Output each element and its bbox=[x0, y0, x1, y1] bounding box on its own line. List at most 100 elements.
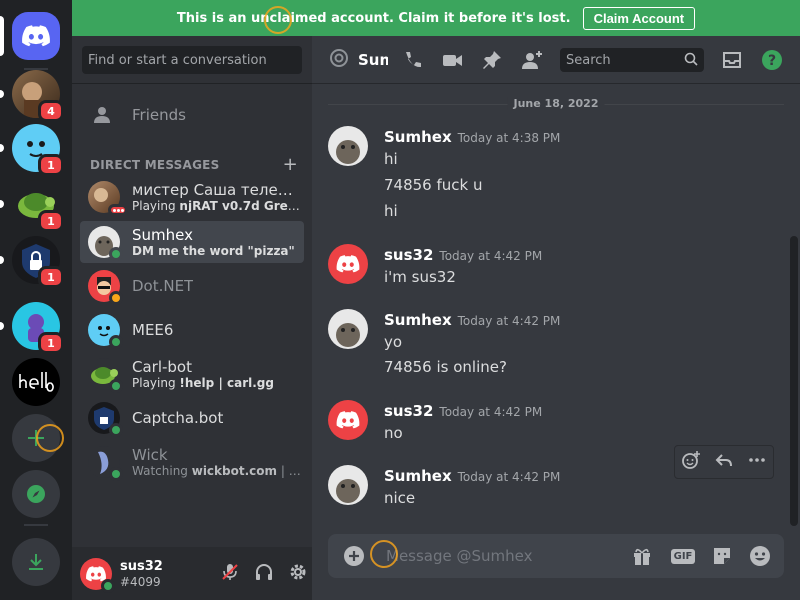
video-call-icon[interactable] bbox=[440, 48, 464, 72]
friends-nav-item[interactable]: Friends bbox=[80, 94, 304, 136]
message-timestamp: Today at 4:38 PM bbox=[457, 131, 561, 145]
gif-button[interactable]: GIF bbox=[670, 544, 696, 568]
more-options-icon[interactable] bbox=[747, 450, 767, 474]
message-author[interactable]: sus32 Today at 4:42 PM bbox=[384, 402, 542, 420]
mention-badge: 1 bbox=[38, 266, 64, 288]
author-avatar[interactable] bbox=[328, 400, 368, 440]
dm-item[interactable]: Dot.NET bbox=[80, 265, 304, 307]
author-avatar[interactable] bbox=[328, 309, 368, 349]
settings-gear-icon[interactable] bbox=[288, 562, 308, 586]
message-timestamp: Today at 4:42 PM bbox=[439, 249, 543, 263]
message-author[interactable]: Sumhex Today at 4:38 PM bbox=[384, 128, 560, 146]
message-author[interactable]: Sumhex Today at 4:42 PM bbox=[384, 467, 560, 485]
message-text: hi bbox=[384, 202, 398, 220]
chat-area: Sum Search ? June 18, 2022 Sumhex Today a… bbox=[312, 36, 800, 600]
author-avatar[interactable] bbox=[328, 126, 368, 166]
mention-badge: 1 bbox=[38, 210, 64, 232]
dm-item-active[interactable]: Sumhex DM me the word "pizza" bbox=[80, 221, 304, 263]
rail-divider bbox=[24, 524, 48, 526]
message-text: 74856 is online? bbox=[384, 358, 507, 376]
download-apps-button[interactable] bbox=[12, 538, 60, 586]
message-text: 74856 fuck u bbox=[384, 176, 483, 194]
user-panel: sus32 #4099 bbox=[72, 547, 312, 600]
search-icon bbox=[684, 52, 698, 70]
unread-pill bbox=[0, 322, 4, 330]
message-text: hi bbox=[384, 150, 398, 168]
mobile-status-icon bbox=[108, 204, 128, 216]
add-reaction-icon[interactable] bbox=[681, 450, 701, 474]
add-friends-to-dm-icon[interactable] bbox=[520, 48, 544, 72]
at-sign-icon bbox=[328, 47, 350, 73]
mention-badge: 4 bbox=[38, 100, 64, 122]
mention-badge: 1 bbox=[38, 332, 64, 354]
upload-plus-icon[interactable] bbox=[342, 544, 366, 568]
server-icon[interactable]: 1 bbox=[0, 180, 64, 232]
cursor-highlight bbox=[264, 6, 292, 34]
message-input[interactable]: Message @Sumhex bbox=[386, 547, 533, 565]
author-avatar[interactable] bbox=[328, 465, 368, 505]
emoji-icon[interactable] bbox=[748, 544, 772, 568]
dm-item[interactable]: Wick Watching wickbot.com | Shard... bbox=[80, 441, 304, 483]
online-status-icon bbox=[109, 423, 123, 437]
sticker-icon[interactable] bbox=[710, 544, 734, 568]
author-avatar[interactable] bbox=[328, 244, 368, 284]
dm-item[interactable]: Captcha.bot bbox=[80, 397, 304, 439]
message-author[interactable]: Sumhex Today at 4:42 PM bbox=[384, 311, 560, 329]
help-icon[interactable]: ? bbox=[760, 48, 784, 72]
reply-icon[interactable] bbox=[714, 450, 734, 474]
create-dm-plus-icon[interactable]: + bbox=[283, 154, 298, 175]
server-icon[interactable]: 4 bbox=[0, 70, 64, 122]
avatar bbox=[88, 358, 123, 393]
server-icon[interactable]: 1 bbox=[0, 302, 64, 354]
dm-activity: Playing njRAT v0.7d Green Edi... bbox=[132, 198, 304, 213]
message-timestamp: Today at 4:42 PM bbox=[457, 470, 561, 484]
home-button[interactable] bbox=[0, 12, 60, 60]
avatar bbox=[88, 270, 123, 305]
user-avatar[interactable] bbox=[80, 557, 115, 593]
message-text: i'm sus32 bbox=[384, 268, 456, 286]
dm-item[interactable]: мистер Саша телефо... Playing njRAT v0.7… bbox=[80, 176, 304, 218]
server-icon[interactable]: 1 bbox=[0, 236, 64, 288]
server-icon[interactable] bbox=[12, 358, 60, 406]
find-conversation-button[interactable]: Find or start a conversation bbox=[82, 46, 302, 74]
date-label: June 18, 2022 bbox=[507, 97, 605, 110]
unread-pill bbox=[0, 200, 4, 208]
online-status-icon bbox=[109, 379, 123, 393]
dm-name: Captcha.bot bbox=[132, 409, 224, 427]
dm-name: Sumhex bbox=[132, 225, 193, 244]
unclaimed-account-banner: This is an unclaimed account. Claim it b… bbox=[72, 0, 800, 36]
mute-mic-icon[interactable] bbox=[220, 562, 240, 586]
claim-account-button[interactable]: Claim Account bbox=[582, 6, 696, 30]
voice-call-icon[interactable] bbox=[400, 48, 424, 72]
chat-scrollbar[interactable] bbox=[790, 236, 798, 526]
dm-activity: Watching wickbot.com | Shard... bbox=[132, 463, 304, 478]
server-icon[interactable]: 1 bbox=[0, 124, 64, 176]
dm-item[interactable]: MEE6 bbox=[80, 309, 304, 351]
inbox-icon[interactable] bbox=[720, 48, 744, 72]
avatar bbox=[88, 314, 123, 349]
headphones-icon[interactable] bbox=[254, 562, 274, 586]
gift-icon[interactable] bbox=[630, 544, 654, 568]
search-input[interactable]: Search bbox=[560, 48, 704, 72]
message-text: nice bbox=[384, 489, 416, 507]
message-timestamp: Today at 4:42 PM bbox=[457, 314, 561, 328]
banner-text: This is an unclaimed account. Claim it b… bbox=[176, 10, 571, 26]
online-status-icon bbox=[109, 335, 123, 349]
chat-header: Sum Search ? bbox=[312, 36, 800, 84]
explore-servers-button[interactable] bbox=[12, 470, 60, 518]
channel-title: Sum bbox=[358, 50, 388, 69]
unread-pill bbox=[0, 256, 4, 264]
friends-label: Friends bbox=[132, 106, 186, 124]
message-text: yo bbox=[384, 333, 403, 351]
compass-icon bbox=[27, 485, 45, 503]
pinned-messages-icon[interactable] bbox=[480, 48, 504, 72]
discord-logo-icon bbox=[86, 565, 106, 581]
avatar bbox=[88, 402, 123, 437]
dm-activity: Playing !help | carl.gg bbox=[132, 375, 274, 390]
svg-text:?: ? bbox=[768, 53, 776, 69]
friends-icon bbox=[94, 107, 112, 123]
dm-item[interactable]: Carl-bot Playing !help | carl.gg bbox=[80, 353, 304, 395]
dm-activity: DM me the word "pizza" bbox=[132, 243, 295, 258]
message-hover-toolbar bbox=[674, 445, 774, 479]
message-author[interactable]: sus32 Today at 4:42 PM bbox=[384, 246, 542, 264]
